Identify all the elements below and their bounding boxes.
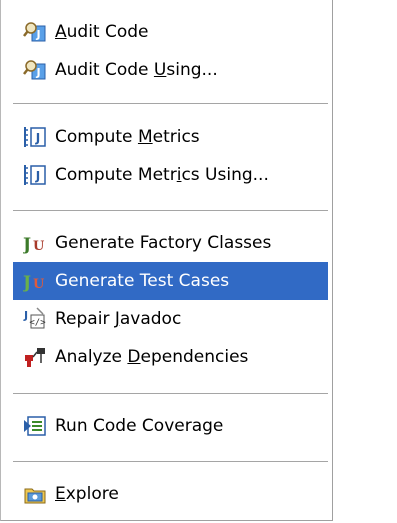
svg-text:J: J <box>35 169 40 183</box>
svg-text:U: U <box>33 239 45 254</box>
menu-item-label: Compute Metrics Using... <box>55 165 269 185</box>
menu-item-label: Audit Code Using... <box>55 60 218 80</box>
menu-item-label: Repair Javadoc <box>55 309 182 329</box>
menu-item-generate-factory-classes[interactable]: J U Generate Factory Classes <box>13 224 328 262</box>
menu-item-label: Explore <box>55 484 119 504</box>
menu-item-label: Analyze Dependencies <box>55 347 249 367</box>
menu-item-audit-code-using[interactable]: J Audit Code Using... <box>13 51 328 89</box>
generate-factory-classes-icon: J U <box>23 231 47 255</box>
menu-item-label: Audit Code <box>55 22 149 42</box>
svg-text:J: J <box>23 273 31 293</box>
svg-text:J: J <box>23 235 31 255</box>
audit-code-icon: J <box>23 20 47 44</box>
menu-item-label: Generate Factory Classes <box>55 233 272 253</box>
compute-metrics-using-icon: J <box>23 163 47 187</box>
menu-item-run-code-coverage[interactable]: Run Code Coverage <box>13 407 328 445</box>
menu-item-generate-test-cases[interactable]: J U Generate Test Cases <box>13 262 328 300</box>
compute-metrics-icon: J <box>23 125 47 149</box>
menu-item-label: Compute Metrics <box>55 127 200 147</box>
menu-item-explore[interactable]: Explore <box>13 475 328 513</box>
menu-item-compute-metrics-using[interactable]: J Compute Metrics Using... <box>13 156 328 194</box>
audit-code-using-icon: J <box>23 58 47 82</box>
analyze-dependencies-icon <box>23 345 47 369</box>
menu-separator <box>13 103 328 105</box>
run-code-coverage-icon <box>23 414 47 438</box>
menu-separator <box>13 210 328 212</box>
menu-item-label: Generate Test Cases <box>55 271 230 291</box>
menu-item-label: Run Code Coverage <box>55 416 224 436</box>
menu-item-audit-code[interactable]: J Audit Code <box>13 13 328 51</box>
svg-text:U: U <box>33 277 45 292</box>
repair-javadoc-icon: J </> <box>23 307 47 331</box>
context-menu: J Audit Code J Audit Code Using... J Com… <box>0 0 333 521</box>
explore-icon <box>23 482 47 506</box>
menu-item-analyze-dependencies[interactable]: Analyze Dependencies <box>13 338 328 376</box>
svg-text:J: J <box>35 131 40 145</box>
menu-separator <box>13 393 328 395</box>
generate-test-cases-icon: J U <box>23 269 47 293</box>
menu-item-compute-metrics[interactable]: J Compute Metrics <box>13 118 328 156</box>
menu-separator <box>13 461 328 463</box>
svg-text:</>: </> <box>29 318 46 328</box>
menu-item-repair-javadoc[interactable]: J </> Repair Javadoc <box>13 300 328 338</box>
svg-text:J: J <box>23 309 28 322</box>
